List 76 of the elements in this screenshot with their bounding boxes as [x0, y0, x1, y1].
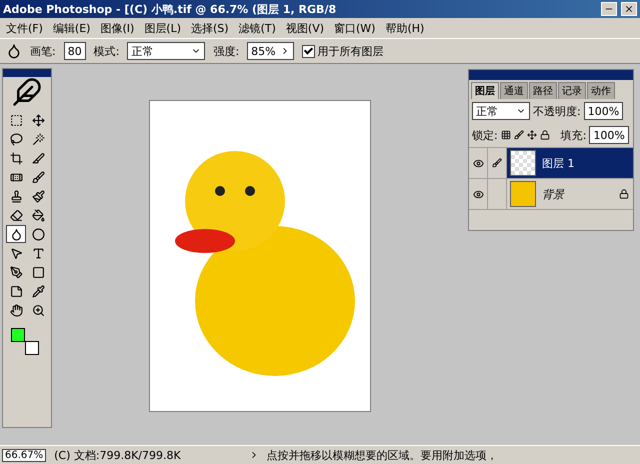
background-swatch[interactable] [25, 341, 39, 355]
stamp-icon [10, 190, 22, 202]
opacity-field[interactable]: 100% [584, 102, 624, 120]
brush-label: 画笔: [30, 44, 56, 58]
zoom-icon [32, 304, 44, 316]
layer-thumbnail [510, 181, 536, 207]
layer-row[interactable]: 图层 1 [469, 147, 633, 178]
strength-label: 强度: [213, 44, 240, 58]
layer-name: 图层 1 [542, 156, 576, 170]
menu-item[interactable]: 帮助(H) [385, 20, 424, 36]
eraser-icon [10, 208, 22, 222]
menu-item[interactable]: 文件(F) [6, 20, 43, 36]
eyedropper-icon [32, 284, 44, 298]
menu-item[interactable]: 窗口(W) [334, 20, 376, 36]
grid-icon[interactable] [500, 130, 511, 140]
fill-label: 填充: [560, 128, 586, 142]
wand-icon [32, 132, 44, 146]
marquee-icon [10, 114, 22, 126]
lock-icon[interactable] [540, 130, 550, 140]
eye-icon[interactable] [472, 188, 484, 200]
brush-size-field[interactable]: 80 [64, 42, 86, 60]
checkbox-label: 用于所有图层 [318, 44, 384, 58]
lock-label: 锁定: [472, 128, 498, 142]
status-hint-text: 点按并拖移以模糊想要的区域。要用附加选项， [266, 448, 498, 462]
tool-button[interactable] [6, 225, 26, 243]
menu-item[interactable]: 图像(I) [100, 20, 134, 36]
window-title: Adobe Photoshop - [(C) 小鸭.tif @ 66.7% (图层 1, RGB/8 [3, 2, 338, 16]
mode-dropdown[interactable]: 正常 [127, 42, 206, 60]
opacity-label: 不透明度: [533, 104, 581, 118]
panel-tab[interactable]: 记录 [558, 82, 586, 99]
panel-tab[interactable]: 路径 [529, 82, 557, 99]
square-icon [32, 266, 44, 278]
document-size-text: (C) 文档:799.8K/799.8K [54, 448, 181, 462]
zoom-field[interactable]: 66.67% [2, 448, 46, 462]
lasso-icon [10, 132, 22, 146]
note-icon [10, 284, 22, 298]
feather-icon [12, 77, 42, 107]
move-icon [32, 114, 44, 126]
move-icon[interactable] [526, 130, 537, 140]
brush-icon [32, 170, 44, 184]
layer-name: 背景 [542, 186, 566, 202]
foreground-swatch[interactable] [11, 328, 25, 342]
blend-mode-dropdown[interactable]: 正常 [472, 102, 530, 120]
strength-field[interactable]: 85% [247, 42, 294, 60]
bandage-icon [10, 170, 22, 184]
checkbox[interactable] [302, 44, 315, 58]
close-button[interactable] [621, 2, 637, 16]
droplet-icon [10, 228, 22, 240]
fill-field[interactable]: 100% [589, 126, 629, 144]
circle-icon [32, 228, 44, 240]
menu-item[interactable]: 编辑(E) [52, 20, 90, 36]
panel-title-bar [3, 69, 51, 77]
menu-item[interactable]: 滤镜(T) [238, 20, 276, 36]
droplet-icon[interactable] [6, 43, 22, 59]
mode-label: 模式: [94, 44, 120, 58]
layer-thumbnail [510, 150, 536, 176]
paintbrush-icon [32, 190, 44, 202]
brush-icon[interactable] [514, 130, 524, 140]
crop-icon [10, 152, 22, 164]
pointer-icon [10, 246, 22, 260]
panel-tab[interactable]: 通道 [500, 82, 528, 99]
menu-item[interactable]: 选择(S) [191, 20, 229, 36]
close-icon [624, 4, 634, 14]
type-icon [32, 246, 44, 260]
minimize-button[interactable] [601, 2, 617, 16]
layer-row[interactable]: 背景 [469, 178, 633, 209]
hand-icon [10, 304, 22, 316]
bucket-icon [32, 208, 44, 222]
eye-icon[interactable] [472, 158, 484, 168]
menu-item[interactable]: 图层(L) [144, 20, 182, 36]
pen-icon [10, 266, 22, 278]
brush-icon [492, 158, 502, 168]
panel-tab[interactable]: 动作 [587, 82, 615, 99]
knife-icon [32, 152, 44, 164]
menu-item[interactable]: 视图(V) [286, 20, 324, 36]
panel-tab[interactable]: 图层 [471, 82, 499, 99]
